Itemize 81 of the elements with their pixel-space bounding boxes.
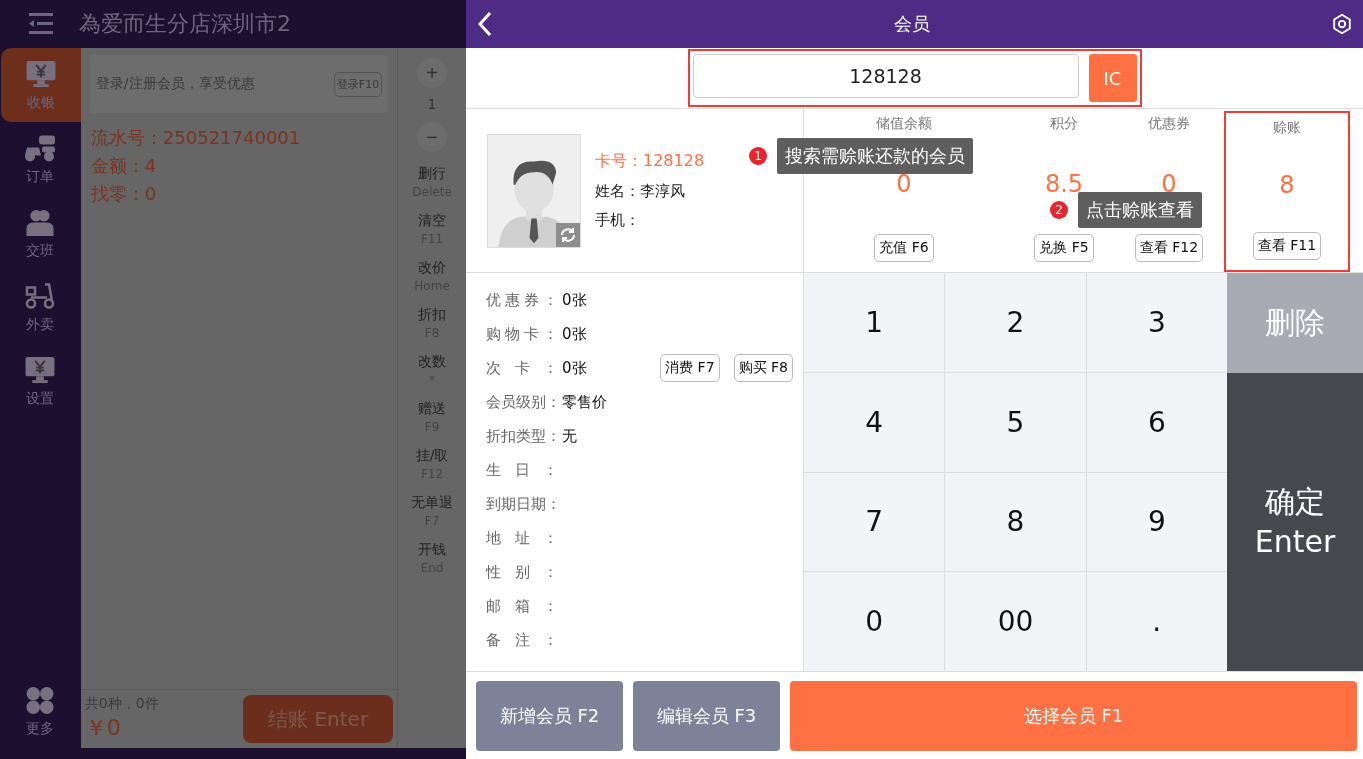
minus-button[interactable]: − <box>417 122 448 152</box>
stat-button[interactable]: 兑换 F5 <box>1034 234 1094 262</box>
detail-button[interactable]: 消费 F7 <box>660 354 720 382</box>
confirm-key[interactable]: 确定 Enter <box>1227 373 1363 671</box>
total-amount: ￥0 <box>84 714 122 742</box>
function-button[interactable]: 改数 * <box>399 353 466 387</box>
detail-label: 折扣类型： <box>486 426 558 446</box>
order-info: 金额：4 <box>90 154 158 178</box>
detail-label: 会员级别： <box>486 392 558 412</box>
action-button[interactable]: 编辑会员 F3 <box>633 680 780 751</box>
stat-label: 优惠券 <box>1148 115 1190 133</box>
stat-button[interactable]: 充值 F6 <box>874 234 934 262</box>
detail-label: 购物卡： <box>486 324 558 344</box>
sidebar-item[interactable]: 交班 <box>0 196 81 270</box>
detail-label: 到期日期： <box>486 494 558 514</box>
action-button[interactable]: 选择会员 F1 <box>790 680 1357 751</box>
sidebar-label: 外卖 <box>26 316 55 334</box>
keypad-key[interactable]: 9 <box>1086 472 1227 572</box>
stat-button[interactable]: 查看 F11 <box>1252 232 1322 260</box>
stat-value: 8 <box>1279 170 1295 199</box>
sidebar-label: 更多 <box>26 720 55 738</box>
keypad-key[interactable]: 1 <box>804 273 945 372</box>
grid-icon <box>25 687 56 714</box>
keypad-key[interactable]: 2 <box>945 273 1086 372</box>
keypad-key[interactable]: 8 <box>945 472 1086 572</box>
detail-label: 地址： <box>486 528 558 548</box>
stat-label: 赊账 <box>1273 119 1301 137</box>
tooltip: 点击赊账查看 <box>1078 192 1202 228</box>
keypad-key[interactable]: 00 <box>945 572 1086 671</box>
detail-value: 0张 <box>562 358 587 378</box>
detail-value: 无 <box>562 426 577 446</box>
detail-button[interactable]: 购买 F8 <box>733 354 793 382</box>
detail-label: 邮箱： <box>486 596 558 616</box>
plus-button[interactable]: + <box>417 58 448 88</box>
detail-label: 优惠券： <box>486 290 558 310</box>
step-badge: 1 <box>749 147 767 165</box>
detail-value: 零售价 <box>562 392 607 412</box>
action-button[interactable]: 新增会员 F2 <box>476 680 623 751</box>
users-icon <box>25 209 56 236</box>
sidebar-item[interactable]: 外卖 <box>0 270 81 344</box>
dialog-title: 会员 <box>893 12 930 36</box>
keypad-key[interactable]: 7 <box>804 472 945 572</box>
refresh-icon[interactable] <box>556 222 580 247</box>
keypad-key[interactable]: . <box>1086 572 1227 671</box>
menu-icon[interactable] <box>29 13 53 35</box>
card-number-field[interactable]: 128128 <box>692 54 1079 98</box>
stat-button[interactable]: 查看 F12 <box>1134 234 1204 262</box>
order-info: 流水号：250521740001 <box>90 126 302 150</box>
sidebar-item[interactable]: 订单 <box>0 122 81 196</box>
card-number: 卡号：128128 <box>595 151 705 172</box>
detail-value: 0张 <box>562 324 587 344</box>
sidebar-label: 交班 <box>26 242 55 260</box>
more-button[interactable]: 更多 <box>0 674 81 748</box>
order-info: 找零：0 <box>90 182 158 206</box>
ic-button[interactable]: IC <box>1088 54 1137 102</box>
keypad-key[interactable]: 5 <box>945 372 1086 472</box>
detail-label: 性别： <box>486 562 558 582</box>
keypad-key[interactable]: 4 <box>804 372 945 472</box>
detail-label: 生日： <box>486 460 558 480</box>
keypad-key[interactable]: 3 <box>1086 273 1227 372</box>
detail-value: 0张 <box>562 290 587 310</box>
detail-label: 备注： <box>486 630 558 650</box>
stat-label: 储值余额 <box>876 115 932 133</box>
member-name: 姓名：李淳风 <box>595 182 686 201</box>
monitor-yen-icon <box>25 357 56 384</box>
back-icon[interactable] <box>478 11 492 37</box>
sidebar-label: 订单 <box>26 168 55 186</box>
store-title: 為爱而生分店深圳市2 <box>79 10 291 38</box>
step-badge: 2 <box>1050 201 1068 219</box>
detail-label: 次卡： <box>486 358 558 378</box>
tooltip: 搜索需赊账还款的会员 <box>777 138 973 174</box>
stat-label: 积分 <box>1050 115 1078 133</box>
sidebar-label: 收银 <box>26 94 55 112</box>
keypad-key[interactable]: 6 <box>1086 372 1227 472</box>
member-phone: 手机： <box>595 211 641 230</box>
monitor-yen-icon <box>25 61 56 88</box>
sidebar-item[interactable]: 设置 <box>0 344 81 418</box>
keypad-key[interactable]: 0 <box>804 572 945 671</box>
settings-icon[interactable] <box>1331 13 1353 35</box>
delete-key[interactable]: 删除 <box>1227 273 1363 373</box>
sidebar-label: 设置 <box>26 390 55 408</box>
